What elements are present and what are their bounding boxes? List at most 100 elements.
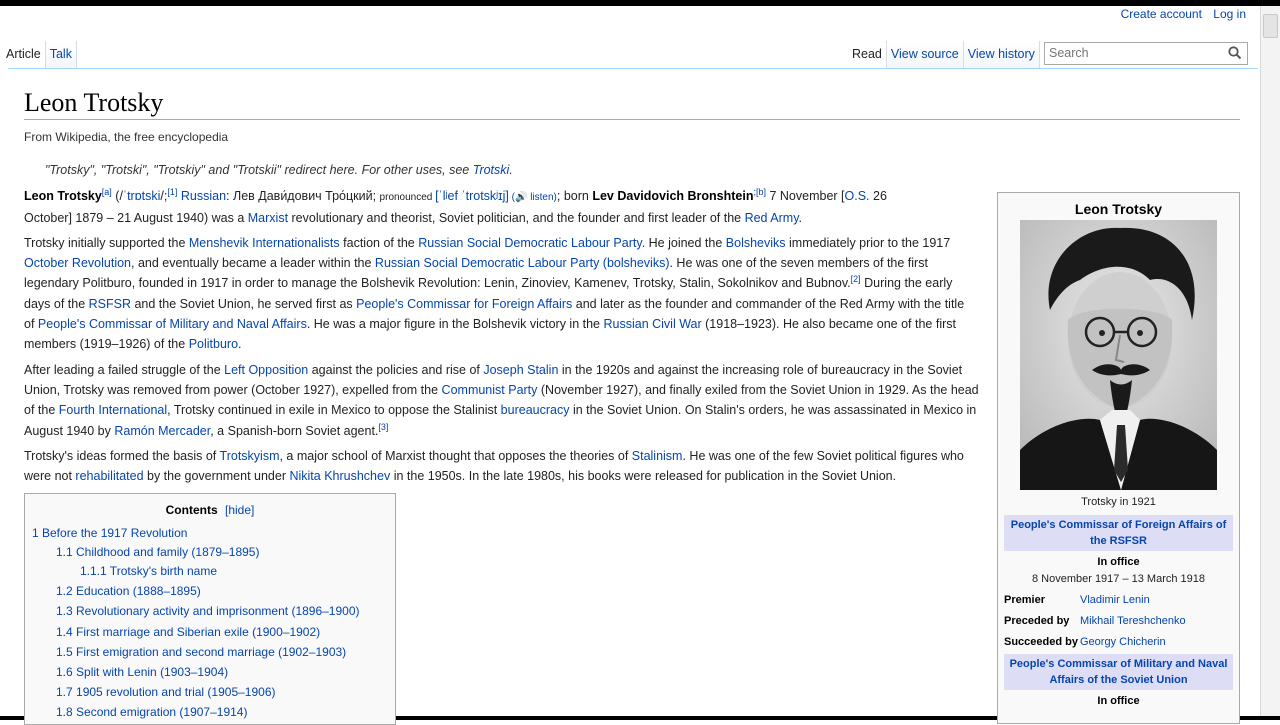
toc-item-1-7[interactable]: 1.7 1905 revolution and trial (1905–1906… <box>56 685 276 699</box>
p2-text: and the Soviet Union, he served first as <box>131 296 357 311</box>
site-tagline: From Wikipedia, the free encyclopedia <box>24 130 229 144</box>
russian-text: : Лев Дави́дович Тро́цкий; <box>226 189 380 203</box>
premier-label: Premier <box>1004 594 1045 606</box>
october-revolution-link[interactable]: October Revolution <box>24 256 131 270</box>
in-office-label-2: In office <box>1097 695 1140 707</box>
old-style-link[interactable]: O.S. <box>845 189 870 203</box>
toc-item-1-8[interactable]: 1.8 Second emigration (1907–1914) <box>56 705 247 719</box>
lead-paragraph-1: Leon Trotsky[a] (/ˈtrɒtski/;[1] Russian:… <box>24 186 924 228</box>
tab-view-source[interactable]: View source <box>886 41 964 69</box>
title-divider <box>24 119 1240 120</box>
menshevik-link[interactable]: Menshevik Internationalists <box>189 236 340 250</box>
toc-item-1-5[interactable]: 1.5 First emigration and second marriage… <box>56 645 346 659</box>
ramon-mercader-link[interactable]: Ramón Mercader <box>114 424 210 438</box>
hatnote: "Trotsky", "Trotski", "Trotskiy" and "Tr… <box>45 163 513 177</box>
toc-item-1-6[interactable]: 1.6 Split with Lenin (1903–1904) <box>56 665 228 679</box>
toc-item-1-1[interactable]: 1.1 Childhood and family (1879–1895) <box>56 545 259 559</box>
communist-party-link[interactable]: Communist Party <box>442 383 538 397</box>
p4-text: Trotsky's ideas formed the basis of <box>24 449 220 463</box>
toc-item-1-1-1[interactable]: 1.1.1 Trotsky's birth name <box>80 564 217 578</box>
hatnote-link[interactable]: Trotski <box>473 163 510 177</box>
office-header-military-affairs[interactable]: People's Commissar of Military and Naval… <box>1004 654 1233 690</box>
premier-link[interactable]: Vladimir Lenin <box>1080 594 1150 606</box>
birth-name: Lev Davidovich Bronshtein <box>592 189 754 203</box>
toc-hide-toggle[interactable]: [hide] <box>225 503 254 517</box>
stalinism-link[interactable]: Stalinism <box>632 449 683 463</box>
ipa-open: (/ <box>111 189 123 203</box>
bureaucracy-link[interactable]: bureaucracy <box>501 403 570 417</box>
military-affairs-link[interactable]: People's Commissar of Military and Naval… <box>38 317 307 331</box>
rsfsr-link[interactable]: RSFSR <box>89 297 131 311</box>
infobox: Leon Trotsky Trotsky in 1921 People's Co… <box>997 192 1240 724</box>
fourth-international-link[interactable]: Fourth International <box>59 403 167 417</box>
personal-tools: Create account Log in <box>1113 7 1246 21</box>
succeeded-by-link[interactable]: Georgy Chicherin <box>1080 636 1166 648</box>
preceded-by-label: Preceded by <box>1004 615 1070 627</box>
footnote-2[interactable]: [2] <box>851 274 861 284</box>
p2-text: . <box>238 337 242 352</box>
lead-paragraph-4: Trotsky's ideas formed the basis of Trot… <box>24 446 984 486</box>
joseph-stalin-link[interactable]: Joseph Stalin <box>483 363 558 377</box>
p2-text: Trotsky initially supported the <box>24 236 189 250</box>
window-top-bar <box>0 0 1280 6</box>
office-header-foreign-affairs[interactable]: People's Commissar of Foreign Affairs of… <box>1004 515 1233 551</box>
toc-item-1[interactable]: 1 Before the 1917 Revolution <box>32 526 187 540</box>
p1-text-a: October] 1879 – 21 August 1940) was a <box>24 211 248 226</box>
footnote-3[interactable]: [3] <box>378 421 388 431</box>
p2-text: . He was a major figure in the Bolshevik… <box>306 316 604 331</box>
rehabilitated-link[interactable]: rehabilitated <box>75 469 143 483</box>
left-opposition-link[interactable]: Left Opposition <box>224 363 308 377</box>
toc-title: Contents <box>165 503 218 517</box>
scrollbar-thumb[interactable] <box>1263 14 1278 38</box>
rsdlp-bolsheviks-link[interactable]: Russian Social Democratic Labour Party (… <box>375 256 670 270</box>
toc-item-1-4[interactable]: 1.4 First marriage and Siberian exile (1… <box>56 625 320 639</box>
term-dates-1: 8 November 1917 – 13 March 1918 <box>1031 573 1206 585</box>
bolsheviks-link[interactable]: Bolsheviks <box>726 236 786 250</box>
tab-view-history[interactable]: View history <box>963 41 1040 69</box>
ipa-russian-link[interactable]: [ˈlʲef ˈtrotskʲɪj] <box>435 189 509 203</box>
khrushchev-link[interactable]: Nikita Khrushchev <box>289 469 390 483</box>
toc-header: Contents [hide] <box>25 503 395 517</box>
log-in-link[interactable]: Log in <box>1213 7 1246 21</box>
p4-text: , a major school of Marxist thought that… <box>279 449 632 463</box>
rsdlp-link[interactable]: Russian Social Democratic Labour Party <box>418 236 641 250</box>
p4-text: in the 1950s. In the late 1980s, his boo… <box>390 469 897 484</box>
p2-text: , and eventually became a leader within … <box>131 256 375 271</box>
toc-item-1-3[interactable]: 1.3 Revolutionary activity and imprisonm… <box>56 604 360 618</box>
portrait-image[interactable] <box>1020 220 1217 490</box>
search-icon[interactable] <box>1227 45 1243 61</box>
footnote-b[interactable]: ;[b] <box>753 187 766 197</box>
footnote-a[interactable]: [a] <box>102 187 112 197</box>
tab-read[interactable]: Read <box>848 41 887 69</box>
subject-name: Leon Trotsky <box>24 189 102 203</box>
succeeded-by-label: Succeeded by <box>1004 636 1078 648</box>
preceded-by-link[interactable]: Mikhail Tereshchenko <box>1080 615 1186 627</box>
footnote-1[interactable]: [1] <box>167 187 177 197</box>
marxist-link[interactable]: Marxist <box>248 211 288 225</box>
lead-paragraph-3: After leading a failed struggle of the L… <box>24 360 986 441</box>
trotskyism-link[interactable]: Trotskyism <box>220 449 280 463</box>
lead-paragraph-2: Trotsky initially supported the Menshevi… <box>24 233 974 354</box>
in-office-label-1: In office <box>1097 556 1140 568</box>
search-input[interactable] <box>1045 43 1219 62</box>
infobox-title: Leon Trotsky <box>1074 201 1163 217</box>
create-account-link[interactable]: Create account <box>1121 7 1202 21</box>
pronounced-label: pronounced <box>379 192 436 203</box>
p4-text: by the government under <box>143 469 290 484</box>
p3-text: After leading a failed struggle of the <box>24 363 225 377</box>
ipa-link[interactable]: ˈtrɒtski <box>123 189 161 203</box>
politburo-link[interactable]: Politburo <box>189 337 238 351</box>
listen-link[interactable]: (🔊 listen) <box>509 192 557 203</box>
vertical-scrollbar[interactable] <box>1260 6 1280 720</box>
tab-article[interactable]: Article <box>2 41 46 69</box>
toc-item-1-2[interactable]: 1.2 Education (1888–1895) <box>56 584 201 598</box>
birth-date: 7 November [ <box>766 189 845 203</box>
hatnote-text: "Trotsky", "Trotski", "Trotskiy" and "Tr… <box>45 163 473 177</box>
russian-link[interactable]: Russian <box>181 189 226 203</box>
foreign-affairs-link[interactable]: People's Commissar for Foreign Affairs <box>356 297 572 311</box>
p1-text-b: revolutionary and theorist, Soviet polit… <box>288 211 745 226</box>
red-army-link[interactable]: Red Army <box>745 211 799 225</box>
tab-talk[interactable]: Talk <box>45 41 77 69</box>
page-title: Leon Trotsky <box>24 88 164 117</box>
civil-war-link[interactable]: Russian Civil War <box>603 317 701 331</box>
